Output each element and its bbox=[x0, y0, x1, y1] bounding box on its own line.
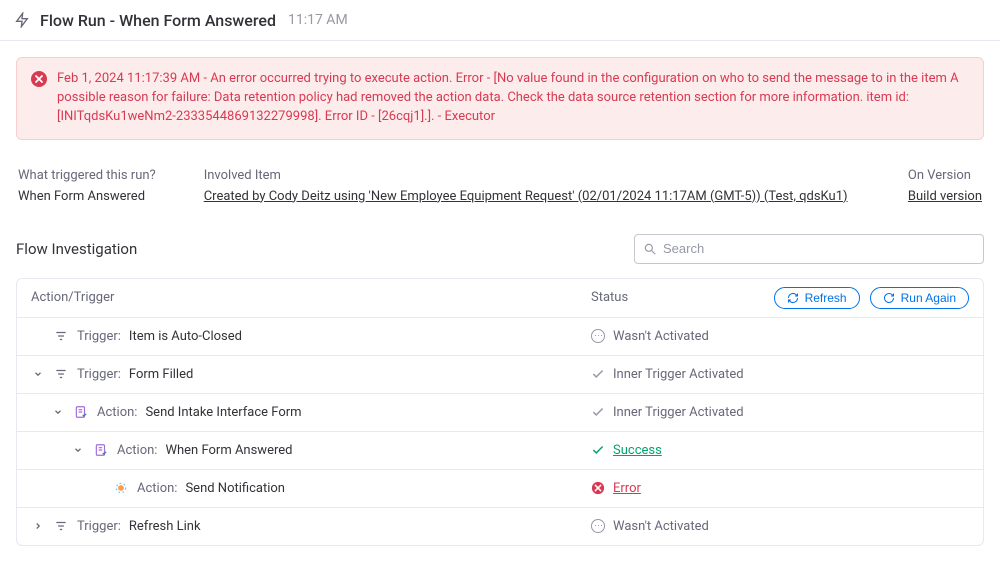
refresh-button-label: Refresh bbox=[805, 291, 847, 305]
refresh-icon bbox=[787, 292, 799, 304]
row-name: Item is Auto-Closed bbox=[129, 329, 242, 344]
error-status-icon bbox=[591, 481, 605, 495]
meta-trigger-label: What triggered this run? bbox=[18, 168, 156, 183]
error-banner: Feb 1, 2024 11:17:39 AM - An error occur… bbox=[16, 57, 984, 140]
page-header: Flow Run - When Form Answered 11:17 AM bbox=[0, 0, 1000, 41]
row-prefix: Trigger: bbox=[77, 519, 121, 534]
row-status: Wasn't Activated bbox=[613, 519, 709, 534]
table-row: Trigger: Form Filled Inner Trigger Activ… bbox=[17, 356, 983, 394]
run-again-button[interactable]: Run Again bbox=[870, 287, 969, 309]
row-status: Wasn't Activated bbox=[613, 329, 709, 344]
involved-item-link[interactable]: Created by Cody Deitz using 'New Employe… bbox=[204, 189, 848, 204]
table-row: Trigger: Refresh Link Wasn't Activated bbox=[17, 508, 983, 545]
row-status-error[interactable]: Error bbox=[613, 481, 641, 496]
col-header-status: Status bbox=[591, 290, 774, 305]
table-row: ▸ Action: Send Notification Error bbox=[17, 470, 983, 508]
status-inactive-icon bbox=[591, 329, 605, 343]
meta-item: Involved Item Created by Cody Deitz usin… bbox=[204, 168, 848, 204]
notification-icon bbox=[113, 481, 129, 495]
form-icon bbox=[73, 405, 89, 419]
build-version-link[interactable]: Build version bbox=[908, 189, 982, 204]
chevron-right-icon[interactable] bbox=[31, 521, 45, 531]
investigation-table: Action/Trigger Status Refresh Run Again bbox=[16, 278, 984, 546]
row-prefix: Action: bbox=[137, 481, 177, 496]
status-inactive-icon bbox=[591, 519, 605, 533]
error-message: Feb 1, 2024 11:17:39 AM - An error occur… bbox=[57, 70, 969, 127]
chevron-down-icon[interactable] bbox=[51, 407, 65, 417]
bolt-icon bbox=[12, 10, 32, 30]
meta-version-label: On Version bbox=[908, 168, 982, 183]
page-title: Flow Run - When Form Answered bbox=[40, 11, 276, 30]
meta-trigger: What triggered this run? When Form Answe… bbox=[18, 168, 156, 204]
chevron-down-icon[interactable] bbox=[31, 369, 45, 379]
filter-icon bbox=[53, 329, 69, 343]
table-row: ▸ Trigger: Item is Auto-Closed Wasn't Ac… bbox=[17, 318, 983, 356]
check-icon bbox=[591, 405, 605, 419]
row-prefix: Trigger: bbox=[77, 329, 121, 344]
table-row: Action: When Form Answered Success bbox=[17, 432, 983, 470]
chevron-down-icon[interactable] bbox=[71, 445, 85, 455]
run-timestamp: 11:17 AM bbox=[288, 12, 348, 28]
row-status: Inner Trigger Activated bbox=[613, 367, 744, 382]
row-name: When Form Answered bbox=[165, 443, 292, 458]
row-prefix: Action: bbox=[117, 443, 157, 458]
check-success-icon bbox=[591, 443, 605, 457]
row-prefix: Trigger: bbox=[77, 367, 121, 382]
meta-trigger-value: When Form Answered bbox=[18, 189, 156, 204]
row-status: Inner Trigger Activated bbox=[613, 405, 744, 420]
run-again-button-label: Run Again bbox=[901, 291, 956, 305]
filter-icon bbox=[53, 519, 69, 533]
error-icon bbox=[31, 71, 47, 127]
rerun-icon bbox=[883, 292, 895, 304]
meta-item-label: Involved Item bbox=[204, 168, 848, 183]
col-header-action: Action/Trigger bbox=[31, 290, 591, 305]
row-status-success[interactable]: Success bbox=[613, 443, 662, 458]
filter-icon bbox=[53, 367, 69, 381]
flow-investigation-title: Flow Investigation bbox=[16, 240, 137, 258]
row-name: Form Filled bbox=[129, 367, 193, 382]
search-box[interactable] bbox=[634, 234, 984, 264]
search-icon bbox=[643, 242, 657, 256]
row-name: Send Notification bbox=[185, 481, 285, 496]
row-prefix: Action: bbox=[97, 405, 137, 420]
form-icon bbox=[93, 443, 109, 457]
row-name: Refresh Link bbox=[129, 519, 201, 534]
row-name: Send Intake Interface Form bbox=[145, 405, 301, 420]
investigation-header-row: Action/Trigger Status Refresh Run Again bbox=[17, 279, 983, 318]
run-meta: What triggered this run? When Form Answe… bbox=[16, 168, 984, 204]
meta-version: On Version Build version bbox=[908, 168, 982, 204]
table-row: Action: Send Intake Interface Form Inner… bbox=[17, 394, 983, 432]
search-input[interactable] bbox=[663, 241, 975, 256]
check-icon bbox=[591, 367, 605, 381]
refresh-button[interactable]: Refresh bbox=[774, 287, 860, 309]
